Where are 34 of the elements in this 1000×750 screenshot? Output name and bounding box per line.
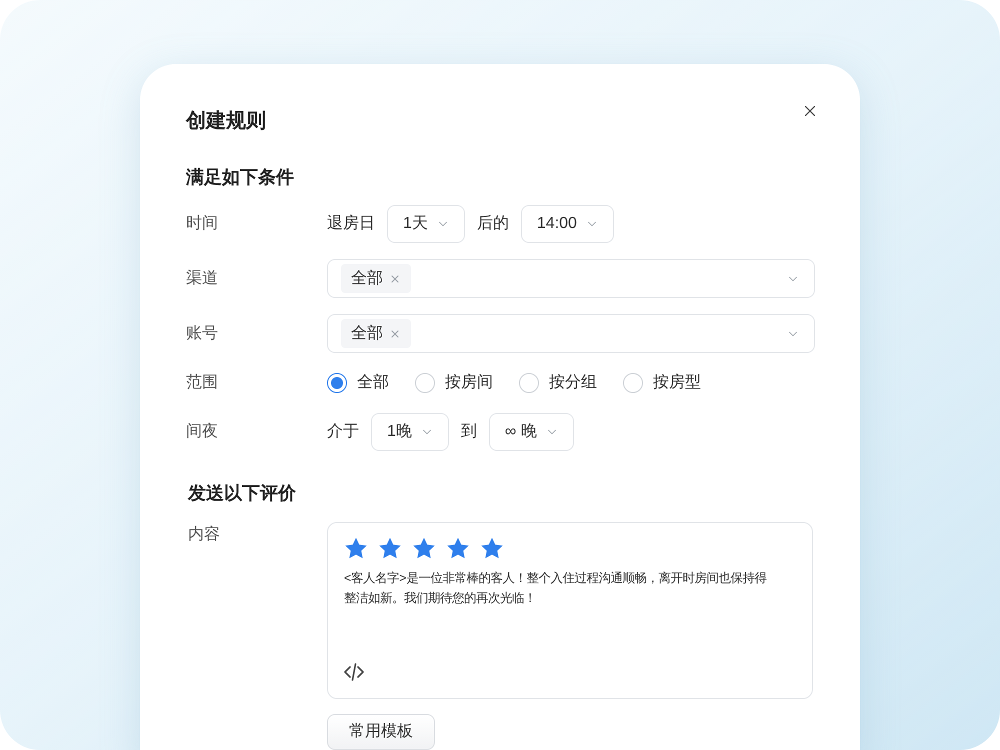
section-heading: 发送以下评价 [188,482,297,505]
tag-label: 全部 [351,324,383,344]
tag-label: 全部 [351,268,383,288]
inline-text: 介于 [327,422,359,442]
star-icon [446,537,470,560]
radio-option[interactable]: 按分组 [519,371,597,395]
inline-text: 后的 [476,214,509,234]
radio-option[interactable]: 按房型 [623,371,701,395]
field-label: 内容 [187,524,221,545]
inline-text: 到 [460,422,477,442]
star-icon [480,537,504,560]
dropdown[interactable]: ∞ 晚 [488,413,574,451]
dropdown[interactable]: 1天 [387,205,465,243]
template-button[interactable]: 常用模板 [327,714,435,750]
review-text: <客人名字>是一位非常棒的客人！整个入住过程沟通顺畅，离开时房间也保持得整洁如新。我们期待您的再次光临！ [344,570,768,607]
field-label: 渠道 [186,268,219,288]
code-icon[interactable] [344,663,364,681]
field-label: 账号 [186,324,219,344]
inline-text: 退房日 [327,214,375,234]
dialog-title: 创建规则 [186,109,266,134]
multi-select-field[interactable]: 全部 [327,259,815,298]
star-icon [412,537,436,560]
radio-option[interactable]: 按房间 [415,371,493,395]
radio-option[interactable]: 全部 [327,371,389,395]
review-editor[interactable]: <客人名字>是一位非常棒的客人！整个入住过程沟通顺畅，离开时房间也保持得整洁如新。我们期待您的再次光临！ [327,522,813,699]
section-heading: 满足如下条件 [186,166,295,189]
dropdown[interactable]: 14:00 [520,205,614,243]
star-icon [344,537,368,560]
dropdown[interactable]: 1晚 [371,413,449,451]
field-label: 间夜 [186,422,219,442]
star-icon [378,537,402,560]
multi-select-field[interactable]: 全部 [327,314,815,353]
field-label: 范围 [186,372,219,393]
field-label: 时间 [186,214,219,234]
